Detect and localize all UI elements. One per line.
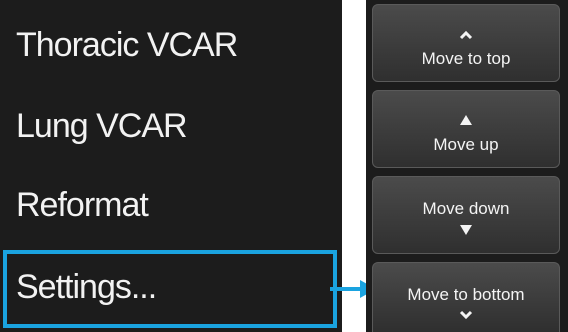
chevron-up-icon (459, 30, 473, 40)
move-to-bottom-label: Move to bottom (407, 285, 525, 304)
move-down-label: Move down (422, 199, 510, 218)
menu-item-thoracic-vcar[interactable]: Thoracic VCAR (16, 26, 238, 65)
menu-item-reformat[interactable]: Reformat (16, 186, 149, 225)
move-down-button[interactable]: Move down (372, 176, 560, 254)
chevron-down-icon (459, 310, 473, 320)
menu-item-settings[interactable]: Settings... (16, 268, 157, 307)
menu-panel: Thoracic VCAR Lung VCAR Reformat Setting… (0, 0, 342, 332)
move-up-button[interactable]: Move up (372, 90, 560, 168)
menu-item-lung-vcar[interactable]: Lung VCAR (16, 107, 188, 146)
move-to-bottom-button[interactable]: Move to bottom (372, 262, 560, 332)
move-to-top-label: Move to top (421, 49, 511, 68)
reorder-button-panel: Move to top Move up Move down Move to bo… (366, 0, 568, 332)
move-to-top-button[interactable]: Move to top (372, 4, 560, 82)
triangle-down-icon (460, 225, 472, 235)
triangle-up-icon (460, 115, 472, 125)
move-up-label: Move up (433, 135, 499, 154)
